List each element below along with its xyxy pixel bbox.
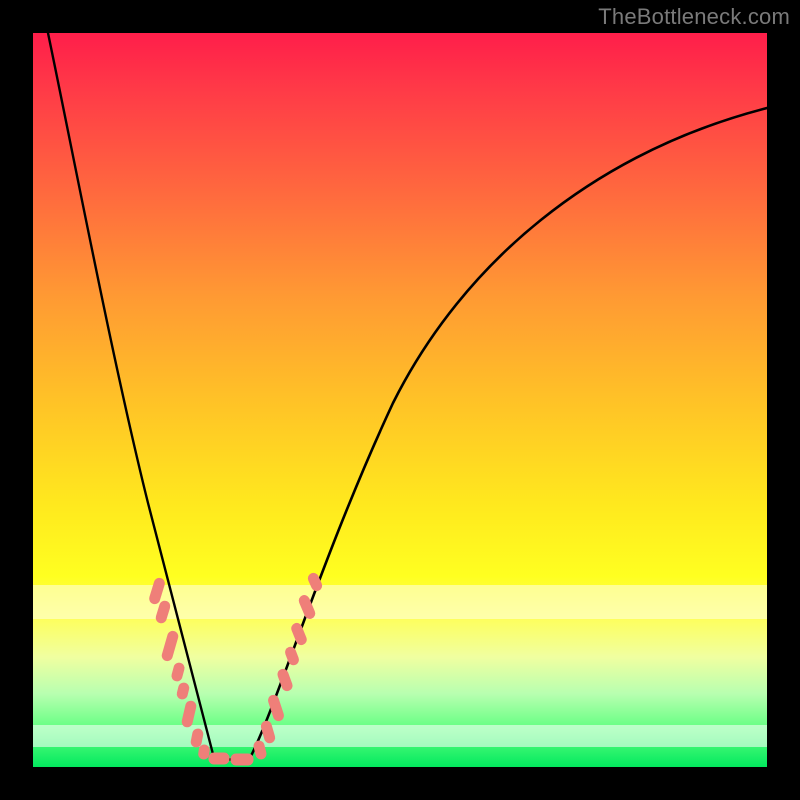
marker-group [148,572,323,765]
chart-stage: TheBottleneck.com [0,0,800,800]
curve-right-branch [250,108,767,758]
plot-area [33,33,767,767]
curve-left-branch [48,33,214,758]
watermark-text: TheBottleneck.com [598,4,790,30]
curve-layer [33,33,767,767]
